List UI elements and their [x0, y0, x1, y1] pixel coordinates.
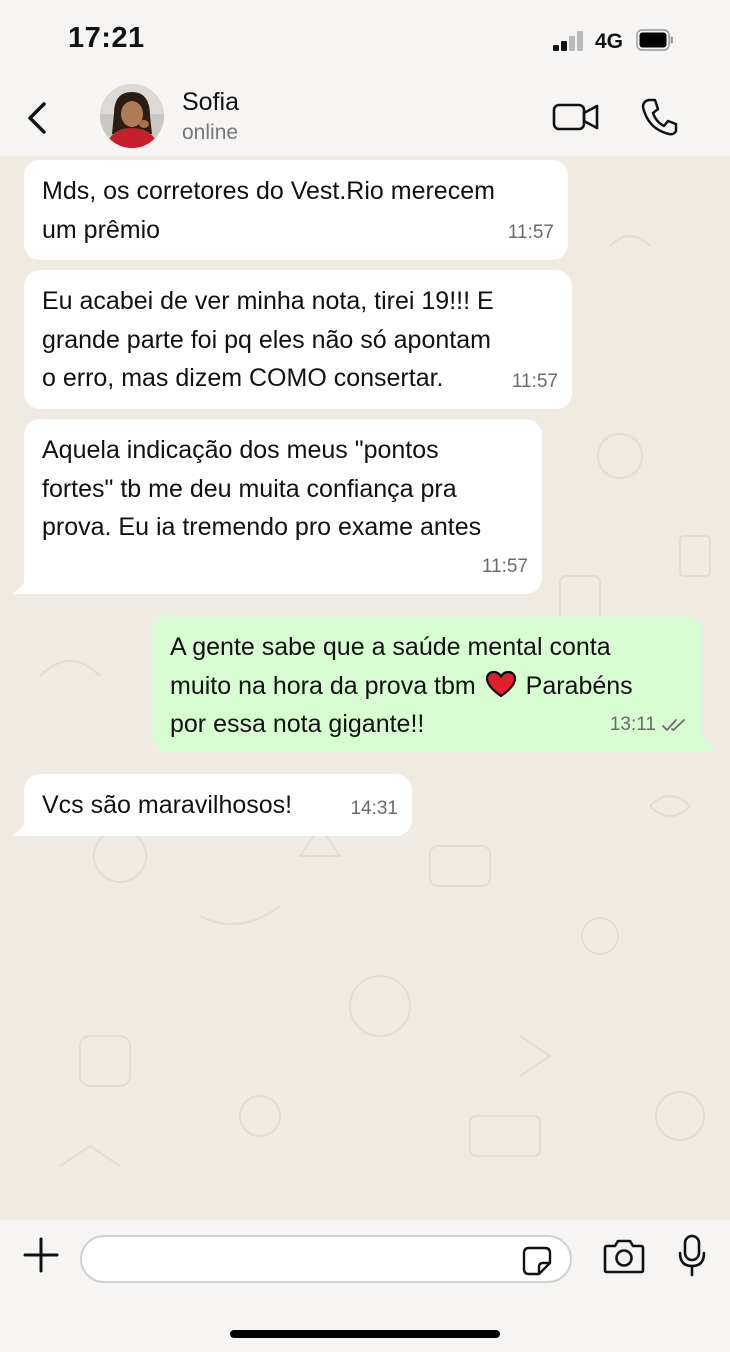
message-line: Eu acabei de ver minha nota, tirei 19!!!…: [42, 287, 494, 315]
message-fragment: Parabéns: [525, 671, 633, 700]
message-bubble-incoming[interactable]: Vcs são maravilhosos! 14:31: [24, 774, 412, 836]
message-time: 11:57: [511, 370, 558, 392]
message-line: muito na hora da prova tbm Parabéns: [170, 667, 682, 706]
chat-area[interactable]: Mds, os corretores do Vest.Rio merecem u…: [0, 156, 730, 1220]
camera-icon[interactable]: [603, 1238, 645, 1274]
message-text: A gente sabe que a saúde mental conta mu…: [170, 628, 682, 744]
battery-icon: [636, 29, 673, 51]
status-time: 17:21: [68, 22, 145, 54]
message-line: A gente sabe que a saúde mental conta: [170, 633, 611, 661]
message-line: Vcs são maravilhosos!: [42, 791, 293, 819]
message-bubble-incoming[interactable]: Mds, os corretores do Vest.Rio merecem u…: [24, 160, 568, 260]
contact-name[interactable]: Sofia: [182, 88, 239, 117]
chevron-left-icon[interactable]: [22, 98, 54, 138]
double-check-read-icon: [662, 718, 685, 731]
message-fragment: muito na hora da prova tbm: [170, 671, 476, 700]
avatar[interactable]: [100, 84, 164, 148]
status-bar: 17:21 4G: [0, 0, 730, 80]
chat-header: Sofia online: [0, 80, 730, 156]
message-line: o erro, mas dizem COMO consertar.: [42, 364, 444, 392]
message-line: grande parte foi pq eles não só apontam: [42, 325, 491, 354]
red-heart-icon: [485, 670, 516, 697]
message-time: 11:57: [481, 555, 528, 577]
message-time: 11:57: [507, 221, 554, 243]
message-bubble-incoming[interactable]: Eu acabei de ver minha nota, tirei 19!!!…: [24, 270, 572, 409]
network-type: 4G: [595, 30, 624, 53]
message-text: Mds, os corretores do Vest.Rio merecem u…: [42, 172, 548, 249]
message-time: 14:31: [350, 797, 398, 819]
message-line: Mds, os corretores do Vest.Rio merecem: [42, 177, 495, 205]
message-text: Vcs são maravilhosos!: [42, 786, 392, 825]
message-text: Eu acabei de ver minha nota, tirei 19!!!…: [42, 282, 552, 398]
phone-icon[interactable]: [640, 97, 678, 137]
signal-strength-icon: [553, 31, 585, 51]
message-line: fortes" tb me deu muita confiança pra: [42, 474, 457, 503]
plus-icon[interactable]: [22, 1236, 60, 1274]
message-line: por essa nota gigante!!: [170, 710, 425, 738]
microphone-icon[interactable]: [677, 1234, 707, 1278]
bubble-tail: [700, 730, 718, 752]
message-line: prova. Eu ia tremendo pro exame antes: [42, 513, 482, 541]
message-bubble-outgoing[interactable]: A gente sabe que a saúde mental conta mu…: [152, 616, 702, 752]
message-line: Aquela indicação dos meus "pontos: [42, 436, 439, 464]
message-text: Aquela indicação dos meus "pontos fortes…: [42, 431, 522, 547]
home-indicator[interactable]: [230, 1330, 500, 1338]
contact-status: online: [182, 121, 239, 144]
message-line: um prêmio: [42, 215, 161, 244]
message-bubble-incoming[interactable]: Aquela indicação dos meus "pontos fortes…: [24, 419, 542, 594]
video-camera-icon[interactable]: [552, 100, 600, 134]
composer-bar: [0, 1220, 730, 1352]
sticker-icon[interactable]: [522, 1246, 552, 1276]
message-input-container[interactable]: [80, 1235, 572, 1283]
message-input[interactable]: [100, 1243, 514, 1277]
message-time: 13:11: [609, 713, 656, 735]
